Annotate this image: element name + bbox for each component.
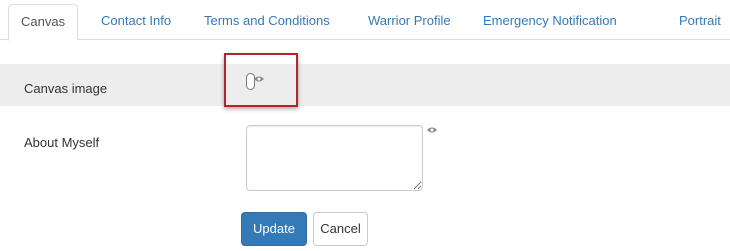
cancel-button[interactable]: Cancel: [313, 212, 368, 246]
tab-bar: Canvas Contact Info Terms and Conditions…: [0, 0, 730, 41]
about-myself-label: About Myself: [24, 135, 100, 150]
eye-icon[interactable]: [254, 76, 264, 82]
tab-warrior-profile[interactable]: Warrior Profile: [356, 4, 463, 40]
canvas-image-row: [0, 64, 730, 106]
about-myself-textarea[interactable]: [246, 125, 423, 191]
tab-contact-info[interactable]: Contact Info: [89, 4, 183, 40]
eye-icon[interactable]: [427, 127, 437, 133]
update-button[interactable]: Update: [241, 212, 307, 246]
canvas-image-label: Canvas image: [24, 81, 108, 96]
tab-emergency-notification[interactable]: Emergency Notification: [471, 4, 629, 40]
tab-portrait[interactable]: Portrait: [667, 4, 730, 40]
tab-canvas[interactable]: Canvas: [8, 4, 79, 41]
tab-terms-and-conditions[interactable]: Terms and Conditions: [192, 4, 342, 40]
